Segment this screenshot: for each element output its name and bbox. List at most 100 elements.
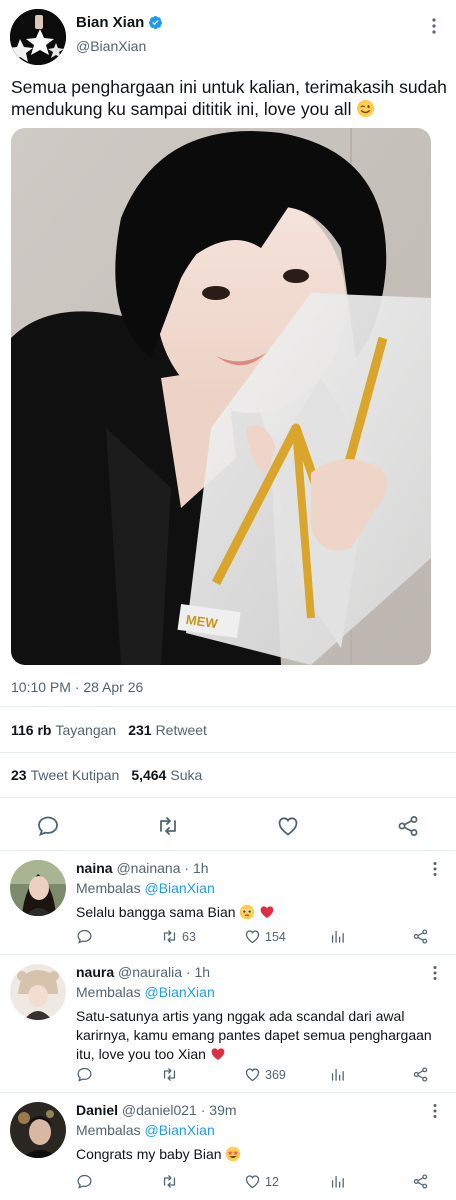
reply-avatar[interactable] <box>10 1102 66 1158</box>
reply-item[interactable]: naina @nainana · 1h Membalas @BianXian S… <box>0 851 456 953</box>
red-heart-emoji-icon <box>211 1048 225 1060</box>
retweets-stat[interactable]: 231 Retweet <box>128 722 207 738</box>
retweets-label: Retweet <box>155 722 207 738</box>
share-icon[interactable] <box>396 814 420 838</box>
reply-share-button[interactable] <box>412 1066 429 1083</box>
reply-analytics-button[interactable] <box>329 1173 346 1190</box>
replying-prefix: Membalas <box>76 1122 141 1138</box>
retweet-icon[interactable] <box>156 814 180 838</box>
likes-label: Suka <box>170 767 203 783</box>
like-icon <box>245 1175 260 1189</box>
reply-author-handle[interactable]: @daniel021 <box>122 1102 197 1118</box>
verified-badge-icon <box>149 15 163 30</box>
reply-separator: · <box>180 860 193 876</box>
reply-text: Selalu bangga sama Bian <box>76 903 436 922</box>
retweet-icon <box>163 930 176 943</box>
reply-time[interactable]: 39m <box>209 1102 236 1118</box>
tweet-action-bar <box>0 806 456 846</box>
quotes-count: 23 <box>11 767 27 783</box>
divider <box>0 706 456 707</box>
author-avatar[interactable] <box>10 9 66 65</box>
reply-text: Congrats my baby Bian <box>76 1145 436 1164</box>
reply-action-bar: 369 <box>76 1066 446 1086</box>
quotes-label: Tweet Kutipan <box>30 767 120 783</box>
share-icon <box>413 1067 428 1082</box>
quotes-likes-stats: 23 Tweet Kutipan 5,464 Suka <box>11 767 202 783</box>
reply-reply-button[interactable] <box>76 928 93 945</box>
more-options-icon[interactable] <box>428 1103 442 1119</box>
reply-retweet-button[interactable]: 63 <box>161 928 196 945</box>
author-name[interactable]: Bian Xian <box>76 14 144 31</box>
reply-like-button[interactable]: 369 <box>244 1066 286 1083</box>
reply-author-name[interactable]: Daniel <box>76 1102 118 1118</box>
views-label: Tayangan <box>55 722 117 738</box>
reply-icon <box>77 929 92 944</box>
reply-text-content: Selalu bangga sama Bian <box>76 904 236 920</box>
replying-to: Membalas @BianXian <box>76 984 215 1000</box>
reply-like-count: 12 <box>265 1174 279 1189</box>
reply-item[interactable]: naura @nauralia · 1h Membalas @BianXian … <box>0 955 456 1091</box>
like-icon <box>245 930 260 944</box>
views-count: 116 rb <box>11 722 52 738</box>
reply-text: Satu-satunya artis yang nggak ada scanda… <box>76 1007 436 1064</box>
like-icon[interactable] <box>276 814 300 838</box>
replying-to: Membalas @BianXian <box>76 880 215 896</box>
reply-like-button[interactable]: 154 <box>244 928 286 945</box>
red-heart-emoji-icon <box>260 906 274 918</box>
reply-avatar[interactable] <box>10 860 66 916</box>
reply-share-button[interactable] <box>412 1173 429 1190</box>
reply-analytics-button[interactable] <box>329 928 346 945</box>
reply-author-name[interactable]: naina <box>76 860 113 876</box>
quotes-stat[interactable]: 23 Tweet Kutipan <box>11 767 119 783</box>
winking-face-emoji-icon <box>357 99 375 118</box>
divider <box>0 797 456 798</box>
reply-text-content: Congrats my baby Bian <box>76 1146 222 1162</box>
analytics-icon <box>331 1175 344 1188</box>
reply-time[interactable]: 1h <box>193 860 209 876</box>
replying-mention[interactable]: @BianXian <box>144 880 214 896</box>
reply-time[interactable]: 1h <box>195 964 211 980</box>
more-options-icon[interactable] <box>428 861 442 877</box>
tweet-text-content: Semua penghargaan ini untuk kalian, teri… <box>11 77 447 119</box>
reply-like-button[interactable]: 12 <box>244 1173 279 1190</box>
replying-prefix: Membalas <box>76 984 141 1000</box>
likes-stat[interactable]: 5,464 Suka <box>131 767 202 783</box>
reply-reply-button[interactable] <box>76 1066 93 1083</box>
replying-mention[interactable]: @BianXian <box>144 1122 214 1138</box>
share-icon <box>413 1174 428 1189</box>
reply-like-count: 154 <box>265 929 286 944</box>
reply-retweet-button[interactable] <box>161 1066 182 1083</box>
reply-analytics-button[interactable] <box>329 1066 346 1083</box>
likes-count: 5,464 <box>131 767 167 783</box>
reply-retweet-count: 63 <box>182 929 196 944</box>
share-icon <box>413 929 428 944</box>
analytics-icon <box>331 1068 344 1081</box>
tweet-header: Bian Xian @BianXian <box>0 0 456 70</box>
analytics-icon <box>331 930 344 943</box>
star-struck-emoji-icon <box>226 1146 241 1162</box>
replying-mention[interactable]: @BianXian <box>144 984 214 1000</box>
reply-icon <box>77 1174 92 1189</box>
tweet-timestamp[interactable]: 10:10 PM · 28 Apr 26 <box>11 679 143 695</box>
reply-author-handle[interactable]: @nainana <box>116 860 180 876</box>
views-retweets-stats: 116 rb Tayangan 231 Retweet <box>11 722 207 738</box>
divider <box>0 752 456 753</box>
reply-author-name[interactable]: naura <box>76 964 114 980</box>
reply-avatar[interactable] <box>10 964 66 1020</box>
pleading-face-emoji-icon <box>240 904 255 920</box>
reply-share-button[interactable] <box>412 928 429 945</box>
more-options-icon[interactable] <box>426 17 442 35</box>
reply-retweet-button[interactable] <box>161 1173 182 1190</box>
reply-text-content: Satu-satunya artis yang nggak ada scanda… <box>76 1008 432 1062</box>
reply-item[interactable]: Daniel @daniel021 · 39m Membalas @BianXi… <box>0 1093 456 1200</box>
views-stat[interactable]: 116 rb Tayangan <box>11 722 116 738</box>
reply-reply-button[interactable] <box>76 1173 93 1190</box>
more-options-icon[interactable] <box>428 965 442 981</box>
like-icon <box>245 1068 260 1082</box>
author-handle[interactable]: @BianXian <box>76 38 146 54</box>
reply-author-handle[interactable]: @nauralia <box>118 964 182 980</box>
replying-to: Membalas @BianXian <box>76 1122 215 1138</box>
reply-separator: · <box>182 964 195 980</box>
tweet-photo[interactable]: MEW <box>11 128 431 665</box>
reply-icon[interactable] <box>36 814 60 838</box>
